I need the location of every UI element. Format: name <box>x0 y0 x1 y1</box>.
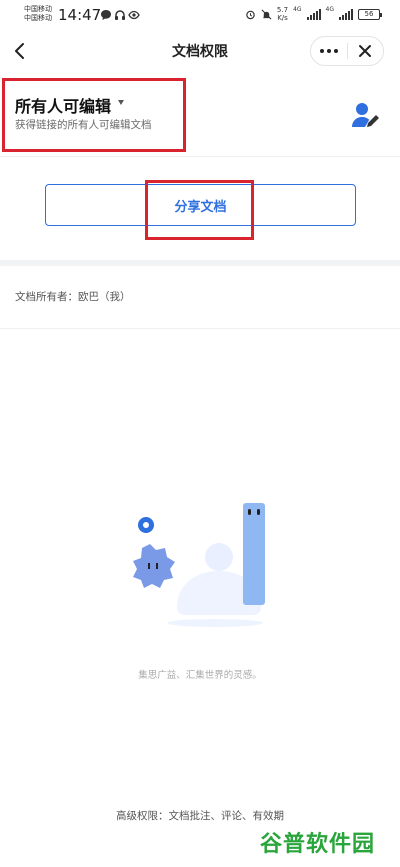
clock: 14:47 <box>58 6 102 24</box>
signal-2-icon <box>339 8 353 20</box>
net-speed-unit: K/s <box>277 14 288 22</box>
signal-1-icon <box>306 8 321 20</box>
section-gap <box>0 260 400 266</box>
more-dot-icon <box>327 49 331 53</box>
permission-section: 所有人可编辑 获得链接的所有人可编辑文档 <box>0 78 400 154</box>
net-speed: 5.7 K/s <box>277 6 288 22</box>
advanced-permissions-link[interactable]: 高级权限：文档批注、评论、有效期 <box>0 808 400 826</box>
watermark-logo: 谷普软件园 <box>260 832 376 857</box>
eye-icon <box>128 10 140 20</box>
divider <box>0 156 400 157</box>
close-icon <box>359 45 372 57</box>
net-type-2: 4G <box>325 6 334 13</box>
net-type-1: 4G <box>293 6 302 13</box>
message-icon <box>101 10 111 20</box>
carrier-2: 中国移动 <box>24 14 52 22</box>
highlight-box <box>145 180 254 240</box>
status-right: 5.7 K/s 4G 4G 56 <box>245 6 382 22</box>
more-dot-icon <box>320 49 324 53</box>
mute-bell-icon <box>261 9 272 19</box>
alarm-icon <box>246 10 255 19</box>
divider <box>0 328 400 329</box>
nav-bar: 文档权限 <box>0 32 400 70</box>
empty-state-illustration <box>133 503 265 627</box>
mini-program-capsule <box>310 36 384 66</box>
carrier-info: 中国移动 中国移动 <box>24 5 52 23</box>
close-button[interactable] <box>348 37 383 65</box>
more-dot-icon <box>334 49 338 53</box>
highlight-box <box>2 78 186 152</box>
carrier-1: 中国移动 <box>24 5 52 13</box>
owner-info: 文档所有者：欧巴（我） <box>15 291 131 303</box>
user-edit-icon[interactable] <box>350 100 380 130</box>
headphones-icon <box>115 10 125 20</box>
more-button[interactable] <box>311 37 347 65</box>
status-bar: 中国移动 中国移动 14:47 5.7 K/s 4G 4G 56 <box>0 0 400 32</box>
battery-icon: 56 <box>358 8 382 20</box>
watermark: 谷普软件园 <box>260 826 390 864</box>
net-speed-value: 5.7 <box>276 6 289 14</box>
empty-state-text: 集思广益、汇集世界的灵感。 <box>138 670 262 681</box>
back-button[interactable] <box>10 40 30 62</box>
